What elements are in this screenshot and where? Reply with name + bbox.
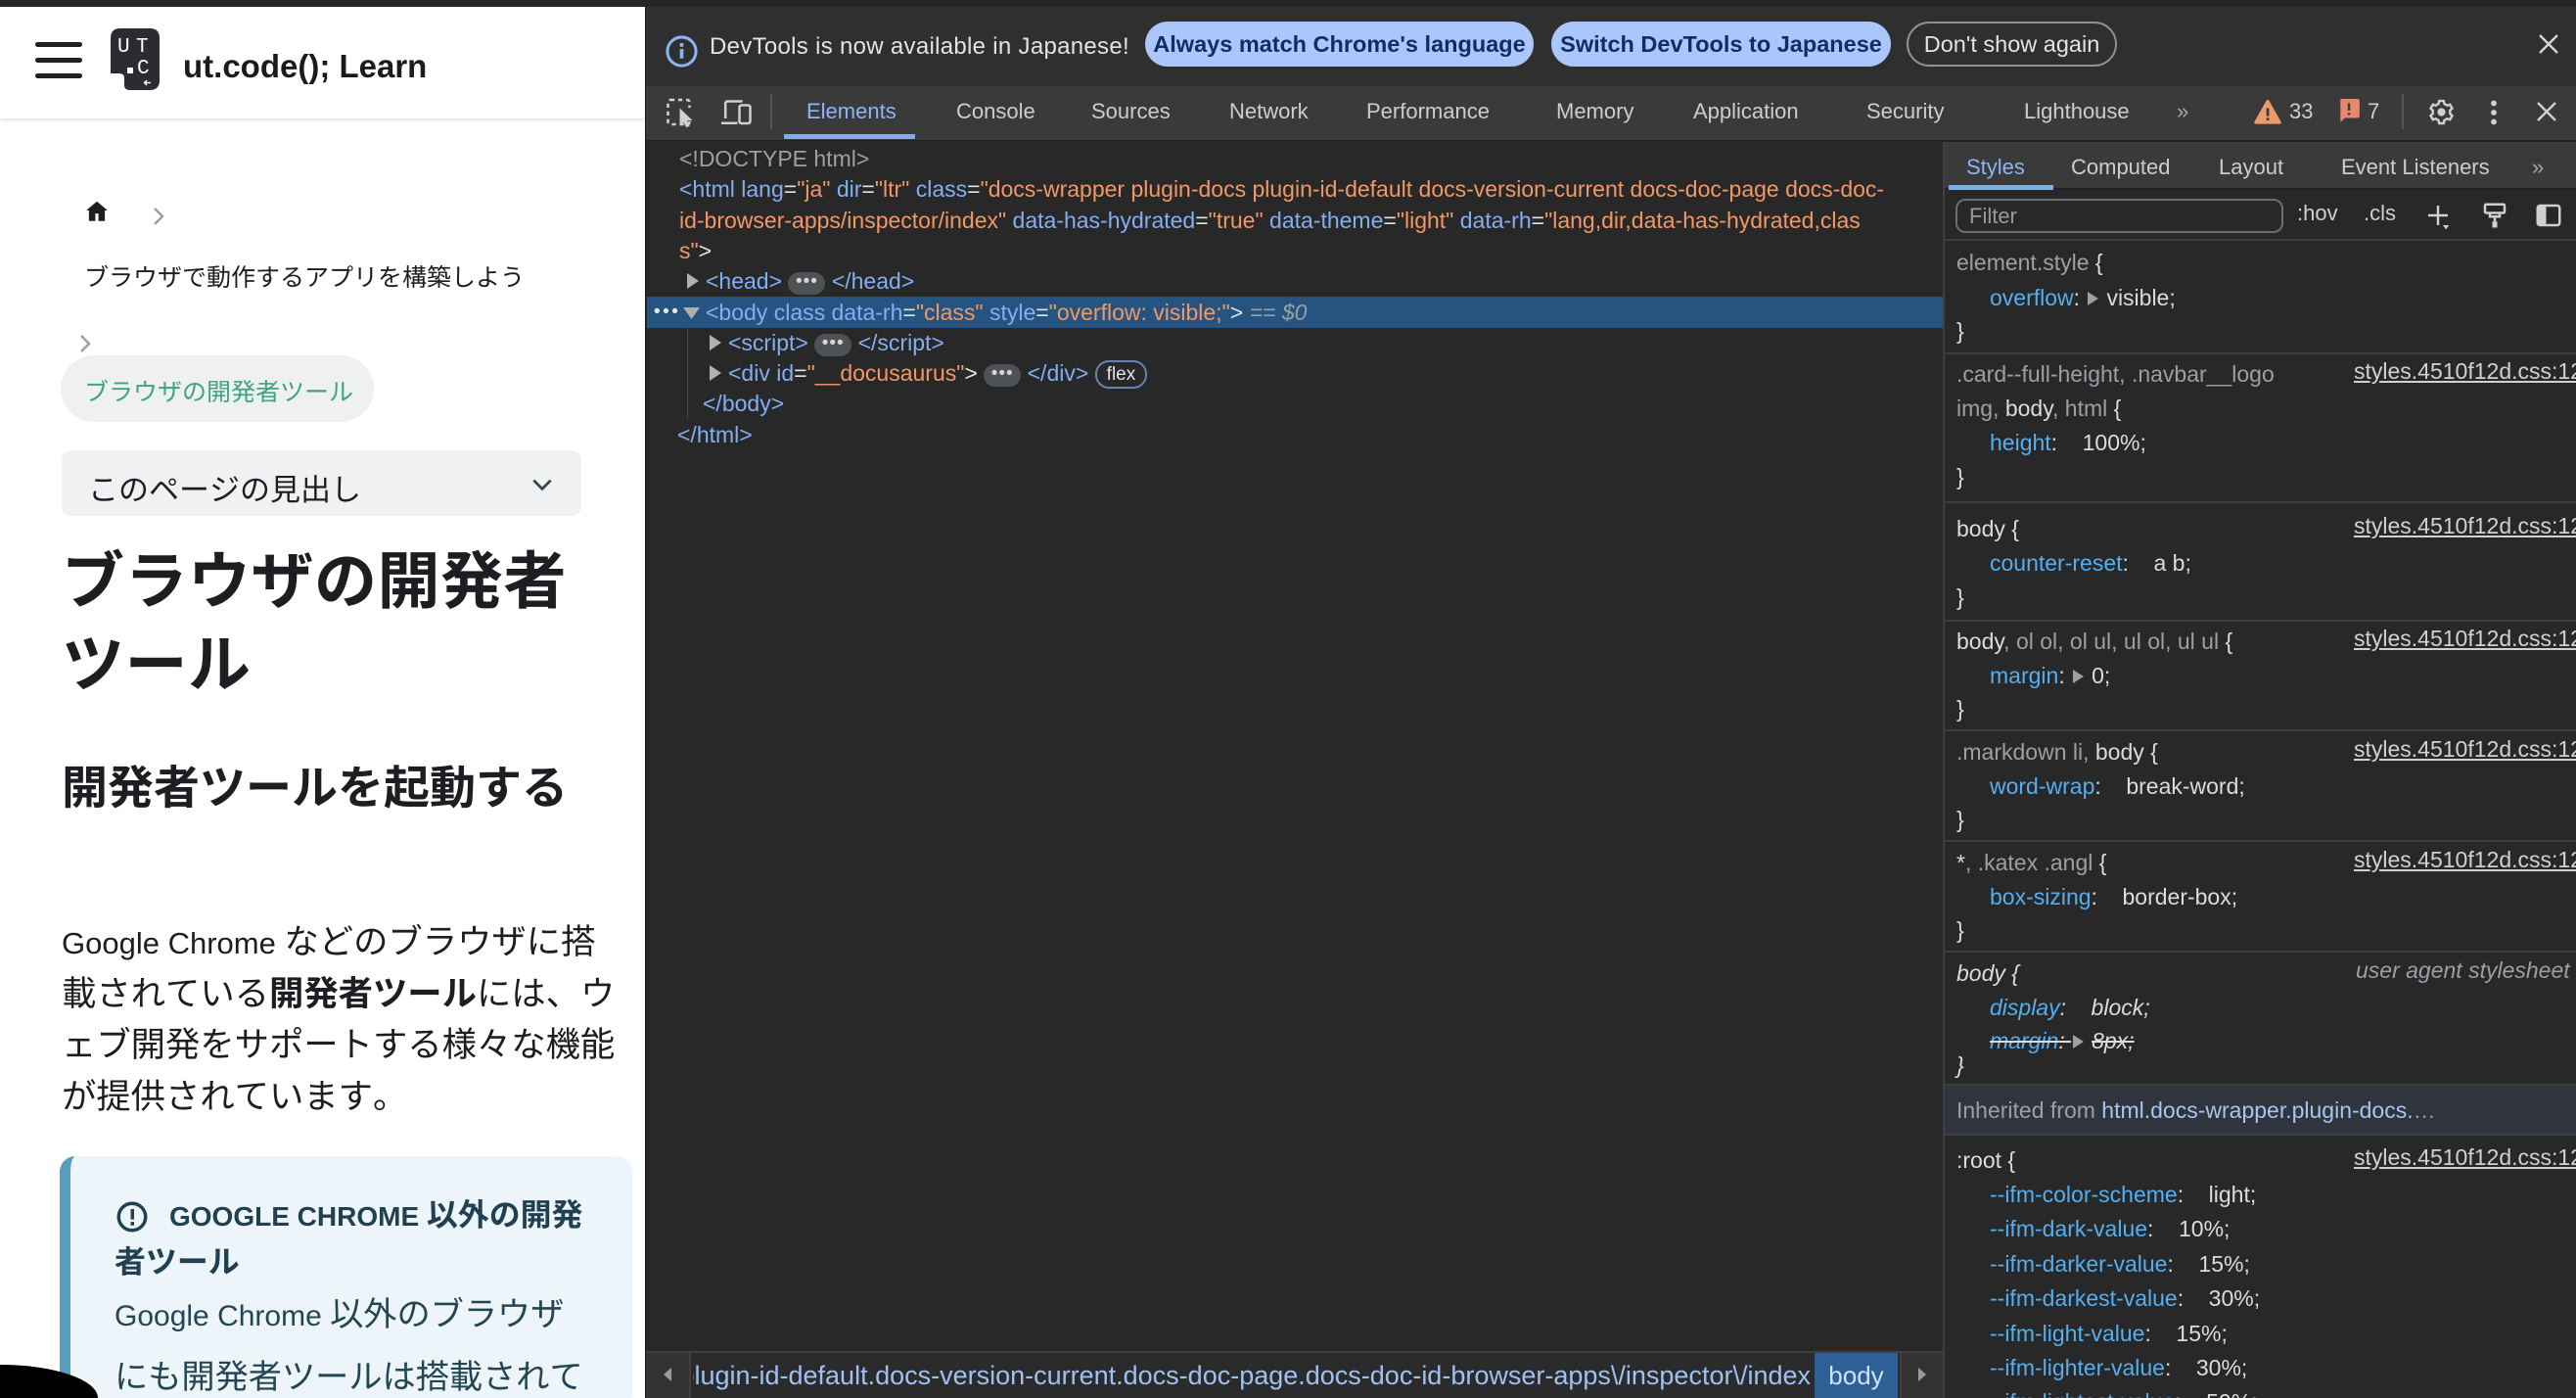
svg-text:T: T [136, 36, 149, 59]
svg-text:C: C [137, 58, 150, 80]
svg-text:U: U [117, 36, 130, 59]
